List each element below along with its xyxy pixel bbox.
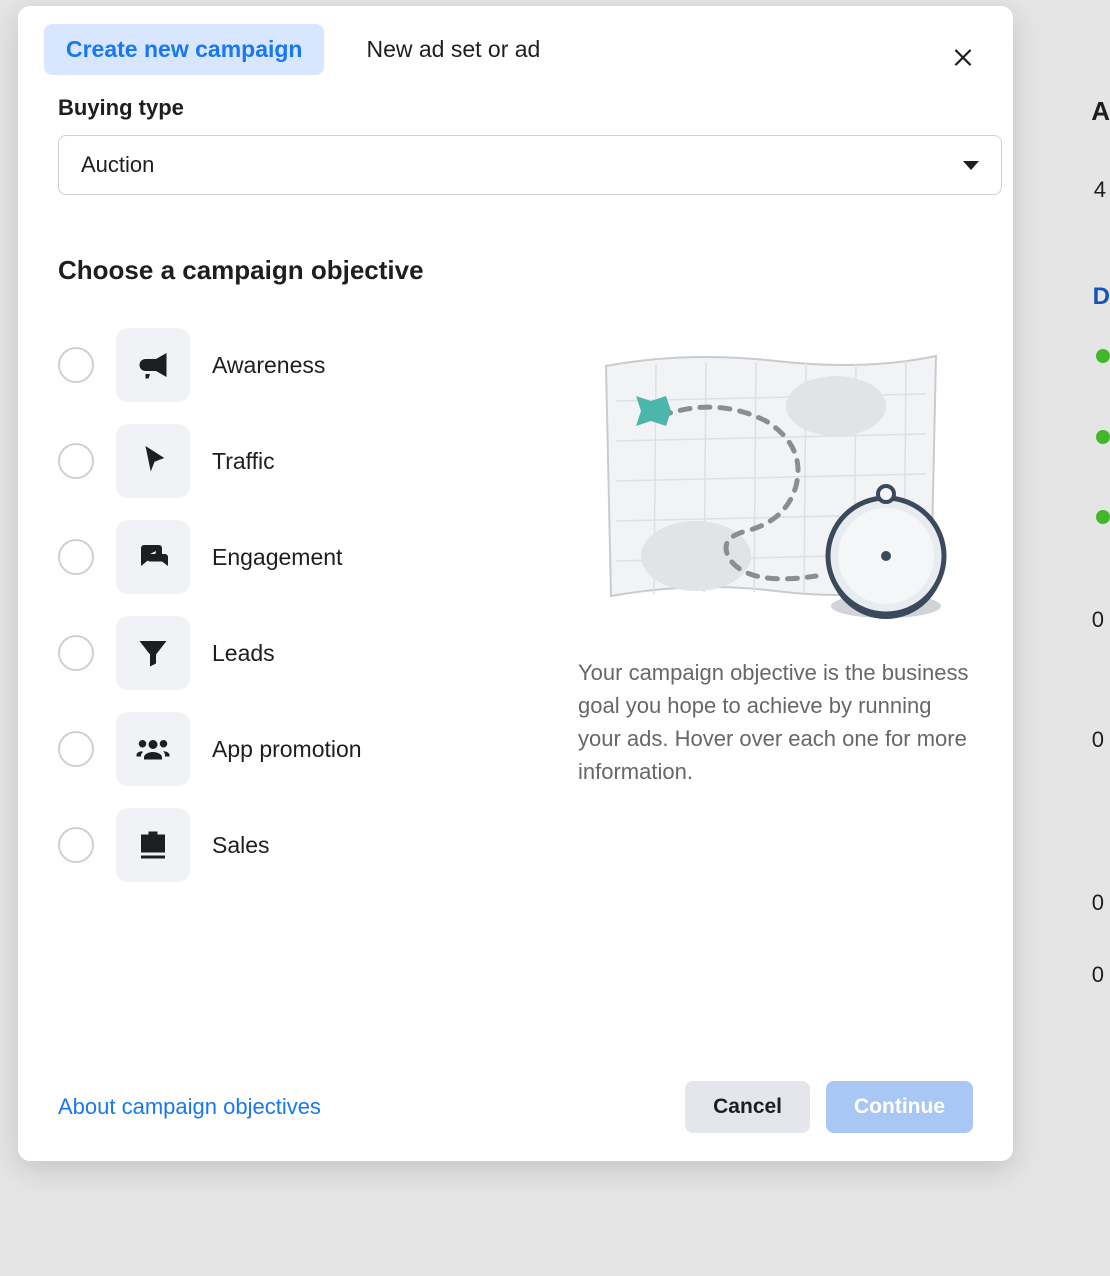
chat-icon [116,520,190,594]
status-dot-icon [1096,510,1110,524]
objective-content-row: Awareness Traffic Engagement [58,326,973,902]
radio-sales[interactable] [58,827,94,863]
bg-col-header: A [1091,96,1110,127]
modal-body: Buying type Auction Choose a campaign ob… [18,85,1013,1061]
people-icon [116,712,190,786]
bg-col-header-d: D [1093,283,1110,311]
objective-label: Sales [212,832,270,859]
cursor-icon [116,424,190,498]
objective-label: Awareness [212,352,325,379]
map-compass-illustration [596,346,956,626]
bg-value: 4 [1094,177,1106,203]
close-button[interactable] [947,40,979,72]
close-icon [950,43,976,69]
status-dot-icon [1096,430,1110,444]
objective-label: Leads [212,640,275,667]
status-dot-icon [1096,349,1110,363]
radio-traffic[interactable] [58,443,94,479]
bg-value-zero-1: 0 [1092,607,1104,633]
info-panel: Your campaign objective is the business … [578,326,973,902]
buying-type-label: Buying type [58,95,973,121]
bg-value-zero-4: 0 [1092,962,1104,988]
buying-type-value: Auction [81,152,154,178]
bg-value-zero-2: 0 [1092,727,1104,753]
megaphone-icon [116,328,190,402]
create-campaign-modal: Create new campaign New ad set or ad Buy… [18,6,1013,1161]
modal-footer: About campaign objectives Cancel Continu… [18,1061,1013,1161]
objective-leads[interactable]: Leads [58,614,538,692]
objective-label: Engagement [212,544,342,571]
objective-section-title: Choose a campaign objective [58,255,973,286]
modal-header: Create new campaign New ad set or ad [18,6,1013,85]
objective-awareness[interactable]: Awareness [58,326,538,404]
briefcase-icon [116,808,190,882]
footer-buttons: Cancel Continue [685,1081,973,1133]
objective-engagement[interactable]: Engagement [58,518,538,596]
objective-traffic[interactable]: Traffic [58,422,538,500]
cancel-button[interactable]: Cancel [685,1081,810,1133]
tab-new-ad-set[interactable]: New ad set or ad [344,24,562,75]
radio-engagement[interactable] [58,539,94,575]
radio-awareness[interactable] [58,347,94,383]
radio-app-promotion[interactable] [58,731,94,767]
objectives-list: Awareness Traffic Engagement [58,326,538,902]
info-text: Your campaign objective is the business … [578,656,973,788]
buying-type-select[interactable]: Auction [58,135,1002,195]
objective-label: App promotion [212,736,362,763]
funnel-icon [116,616,190,690]
radio-leads[interactable] [58,635,94,671]
bg-value-zero-3: 0 [1092,890,1104,916]
continue-button[interactable]: Continue [826,1081,973,1133]
tab-create-new-campaign[interactable]: Create new campaign [44,24,324,75]
objective-label: Traffic [212,448,275,475]
objective-app-promotion[interactable]: App promotion [58,710,538,788]
objective-sales[interactable]: Sales [58,806,538,884]
about-objectives-link[interactable]: About campaign objectives [58,1094,321,1120]
chevron-down-icon [963,161,979,170]
